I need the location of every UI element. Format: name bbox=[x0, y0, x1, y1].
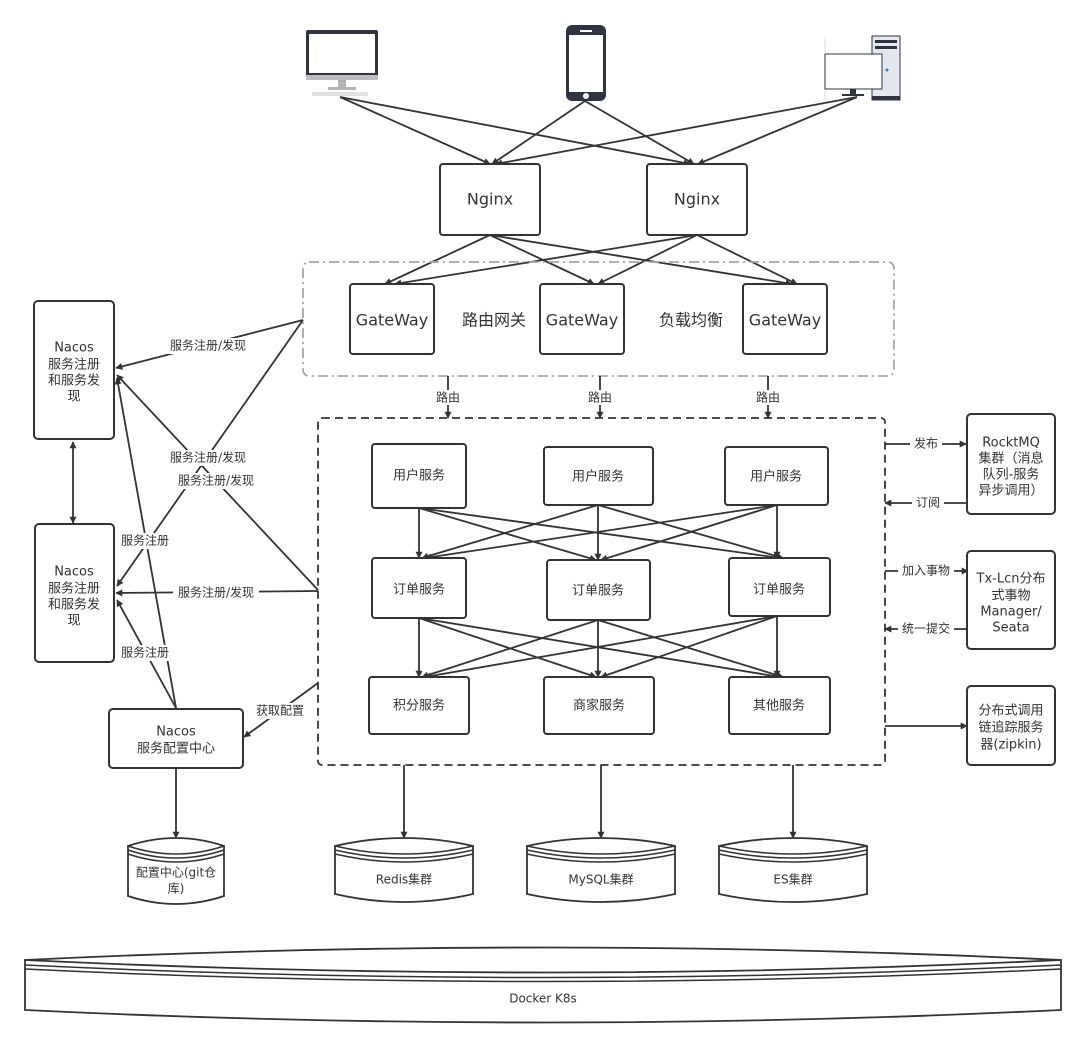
gateway-node-1[interactable]: GateWay bbox=[349, 283, 435, 355]
edge-label-reg-discover: 服务注册/发现 bbox=[170, 338, 246, 353]
gateway-node-2[interactable]: GateWay bbox=[539, 283, 625, 355]
service-label: 商家服务 bbox=[573, 698, 625, 714]
nginx-label: Nginx bbox=[674, 190, 720, 209]
nacos-desc-line: 现 bbox=[67, 390, 80, 405]
nacos-desc-line: 服务注册 bbox=[48, 357, 100, 373]
service-label: 订单服务 bbox=[393, 582, 445, 598]
service-label: 订单服务 bbox=[753, 582, 805, 598]
edge-label-publish: 发布 bbox=[914, 436, 938, 451]
nacos-title: Nacos bbox=[54, 565, 94, 580]
edge-label-reg-discover: 服务注册/发现 bbox=[178, 473, 254, 488]
nacos-title: Nacos bbox=[54, 341, 94, 356]
edge-label-get-config: 获取配置 bbox=[256, 704, 304, 718]
trace-line: 链追踪服务 bbox=[978, 720, 1043, 736]
service-label: 其他服务 bbox=[753, 698, 805, 714]
tx-lcn-seata[interactable]: Tx-Lcn分布 式事物 Manager/ Seata bbox=[966, 550, 1056, 650]
tx-line: Seata bbox=[992, 621, 1029, 636]
right-panel-edges bbox=[884, 440, 969, 730]
user-service-1[interactable]: 用户服务 bbox=[371, 443, 467, 509]
edge-label-reg-discover: 服务注册/发现 bbox=[170, 450, 246, 465]
nginx-label: Nginx bbox=[467, 190, 513, 209]
docker-k8s-platform[interactable]: Docker K8s bbox=[24, 946, 1062, 1024]
pc-tower-icon bbox=[824, 35, 901, 101]
gateway-label: GateWay bbox=[546, 311, 618, 330]
smartphone-icon bbox=[566, 25, 606, 101]
edge-label-commit: 统一提交 bbox=[902, 621, 950, 636]
db-label: Redis集群 bbox=[376, 872, 432, 887]
edge-label-subscribe: 订阅 bbox=[916, 496, 940, 510]
user-service-2[interactable]: 用户服务 bbox=[543, 446, 654, 506]
mq-line: 集群（消息 bbox=[978, 451, 1043, 467]
nginx-to-gateway-edges bbox=[384, 234, 798, 287]
db-label: ES集群 bbox=[773, 872, 812, 887]
edge-label-register: 服务注册 bbox=[121, 533, 169, 548]
architecture-diagram: Nginx Nginx GateWay GateWay GateWay 路由网关… bbox=[24, 25, 1062, 1024]
mq-line: 队列-服务 bbox=[983, 467, 1040, 483]
db-label: 库) bbox=[168, 881, 185, 896]
zipkin-tracing[interactable]: 分布式调用 链追踪服务 器(zipkin) bbox=[966, 685, 1056, 766]
mq-line: RocktMQ bbox=[982, 436, 1040, 451]
nacos-desc-line: 服务注册 bbox=[48, 581, 100, 597]
tx-line: Tx-Lcn分布 bbox=[976, 572, 1046, 587]
gateway-node-3[interactable]: GateWay bbox=[742, 283, 828, 355]
rocketmq-cluster[interactable]: RocktMQ 集群（消息 队列-服务 异步调用） bbox=[966, 413, 1056, 515]
route-label: 路由 bbox=[756, 390, 780, 405]
client-to-nginx-edges bbox=[339, 96, 858, 167]
user-service-3[interactable]: 用户服务 bbox=[724, 446, 829, 506]
trace-line: 器(zipkin) bbox=[980, 738, 1041, 753]
points-service[interactable]: 积分服务 bbox=[368, 676, 470, 735]
tx-line: 式事物 bbox=[991, 589, 1030, 604]
service-label: 用户服务 bbox=[572, 469, 624, 485]
order-service-2[interactable]: 订单服务 bbox=[546, 559, 651, 621]
order-service-1[interactable]: 订单服务 bbox=[371, 557, 467, 619]
route-label: 路由 bbox=[436, 390, 460, 405]
route-label: 路由 bbox=[588, 390, 612, 405]
gateway-label: GateWay bbox=[356, 311, 428, 330]
order-service-3[interactable]: 订单服务 bbox=[728, 557, 831, 617]
config-title: Nacos bbox=[156, 725, 196, 740]
load-balance-label: 负载均衡 bbox=[659, 311, 723, 330]
nacos-desc-line: 和服务发 bbox=[48, 597, 100, 613]
gateway-label: GateWay bbox=[749, 311, 821, 330]
service-label: 用户服务 bbox=[750, 469, 802, 485]
trace-line: 分布式调用 bbox=[978, 704, 1043, 719]
nginx-node-2[interactable]: Nginx bbox=[646, 163, 748, 236]
service-label: 订单服务 bbox=[572, 583, 624, 599]
nacos-config-center[interactable]: Nacos 服务配置中心 bbox=[108, 708, 244, 769]
db-label: MySQL集群 bbox=[568, 872, 633, 887]
routing-gateway-label: 路由网关 bbox=[462, 311, 526, 330]
edge-label-register: 服务注册 bbox=[121, 645, 169, 660]
tx-line: Manager/ bbox=[980, 605, 1042, 620]
config-subtitle: 服务配置中心 bbox=[137, 741, 215, 757]
nacos-registry-1[interactable]: Nacos 服务注册 和服务发 现 bbox=[33, 300, 115, 440]
edge-label-reg-discover: 服务注册/发现 bbox=[178, 585, 254, 600]
redis-cluster-db[interactable]: Redis集群 bbox=[334, 837, 474, 903]
nacos-registry-2[interactable]: Nacos 服务注册 和服务发 现 bbox=[34, 523, 115, 663]
nacos-desc-line: 现 bbox=[67, 614, 80, 629]
db-label: 配置中心(git仓 bbox=[136, 865, 216, 880]
platform-label: Docker K8s bbox=[509, 992, 577, 1006]
service-label: 积分服务 bbox=[393, 698, 445, 714]
config-repo-db[interactable]: 配置中心(git仓库) bbox=[127, 837, 225, 905]
nginx-node-1[interactable]: Nginx bbox=[439, 163, 541, 236]
nacos-desc-line: 和服务发 bbox=[48, 373, 100, 389]
edge-label-join-tx: 加入事物 bbox=[902, 564, 950, 578]
desktop-monitor-icon bbox=[306, 30, 378, 96]
storage-edges bbox=[400, 765, 797, 839]
other-service[interactable]: 其他服务 bbox=[728, 676, 831, 735]
es-cluster-db[interactable]: ES集群 bbox=[718, 837, 868, 903]
mq-line: 异步调用） bbox=[978, 484, 1043, 499]
mysql-cluster-db[interactable]: MySQL集群 bbox=[526, 837, 676, 903]
service-label: 用户服务 bbox=[393, 468, 445, 484]
merchant-service[interactable]: 商家服务 bbox=[543, 676, 655, 735]
